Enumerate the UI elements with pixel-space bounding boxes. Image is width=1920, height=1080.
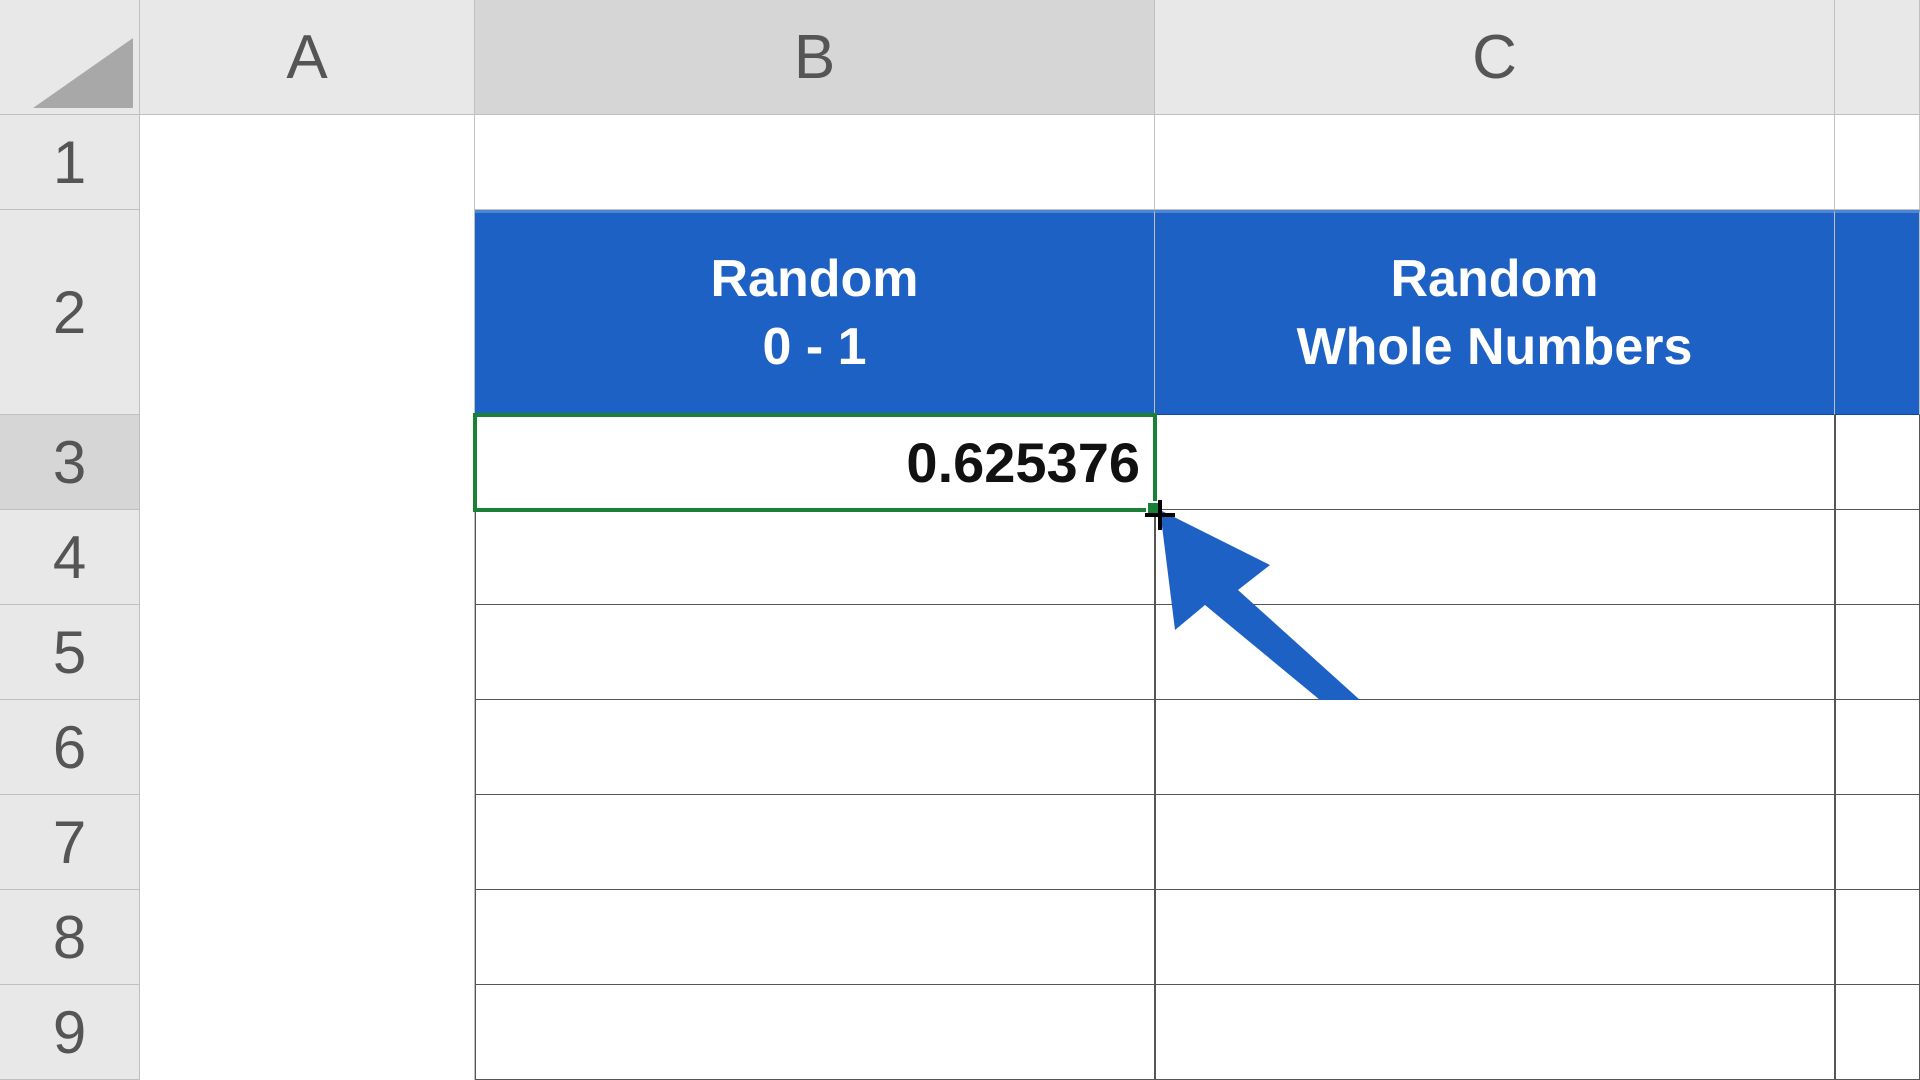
cell-A3[interactable] — [140, 415, 475, 510]
select-all-corner[interactable] — [0, 0, 140, 115]
cell-A6[interactable] — [140, 700, 475, 795]
cell-A5[interactable] — [140, 605, 475, 700]
row-header-7[interactable]: 7 — [0, 795, 140, 890]
row-header-2[interactable]: 2 — [0, 210, 140, 415]
cell-C9[interactable] — [1155, 985, 1835, 1080]
cell-C5[interactable] — [1155, 605, 1835, 700]
cell-A7[interactable] — [140, 795, 475, 890]
cell-D5[interactable] — [1835, 605, 1920, 700]
row-header-3[interactable]: 3 — [0, 415, 140, 510]
cell-C6[interactable] — [1155, 700, 1835, 795]
row-header-8[interactable]: 8 — [0, 890, 140, 985]
cell-B9[interactable] — [475, 985, 1155, 1080]
row-header-1[interactable]: 1 — [0, 115, 140, 210]
cell-D9[interactable] — [1835, 985, 1920, 1080]
row-header-4[interactable]: 4 — [0, 510, 140, 605]
cell-D4[interactable] — [1835, 510, 1920, 605]
cell-A8[interactable] — [140, 890, 475, 985]
col-header-C[interactable]: C — [1155, 0, 1835, 115]
cell-B7[interactable] — [475, 795, 1155, 890]
table-header-overflow[interactable] — [1835, 210, 1920, 415]
cell-B6[interactable] — [475, 700, 1155, 795]
cell-A2[interactable] — [140, 210, 475, 415]
cell-B3[interactable]: 0.625376 — [475, 415, 1155, 510]
fill-handle[interactable] — [1146, 501, 1162, 517]
cell-A9[interactable] — [140, 985, 475, 1080]
col-header-overflow[interactable] — [1835, 0, 1920, 115]
table-header-random-whole[interactable]: Random Whole Numbers — [1155, 210, 1835, 415]
cell-B1[interactable] — [475, 115, 1155, 210]
col-header-B[interactable]: B — [475, 0, 1155, 115]
cell-C4[interactable] — [1155, 510, 1835, 605]
row-header-6[interactable]: 6 — [0, 700, 140, 795]
cell-D3[interactable] — [1835, 415, 1920, 510]
cell-D7[interactable] — [1835, 795, 1920, 890]
cell-C8[interactable] — [1155, 890, 1835, 985]
cell-A4[interactable] — [140, 510, 475, 605]
row-header-9[interactable]: 9 — [0, 985, 140, 1080]
col-header-A[interactable]: A — [140, 0, 475, 115]
cell-B8[interactable] — [475, 890, 1155, 985]
cell-C7[interactable] — [1155, 795, 1835, 890]
cell-A1[interactable] — [140, 115, 475, 210]
table-header-random-0-1[interactable]: Random 0 - 1 — [475, 210, 1155, 415]
cell-B4[interactable] — [475, 510, 1155, 605]
cell-C3[interactable] — [1155, 415, 1835, 510]
cell-D8[interactable] — [1835, 890, 1920, 985]
spreadsheet-grid[interactable]: A B C 1 2 Random 0 - 1 Random Whole Numb… — [0, 0, 1920, 1080]
row-header-5[interactable]: 5 — [0, 605, 140, 700]
cell-D6[interactable] — [1835, 700, 1920, 795]
cell-B5[interactable] — [475, 605, 1155, 700]
cell-D1[interactable] — [1835, 115, 1920, 210]
cell-C1[interactable] — [1155, 115, 1835, 210]
cell-B3-value: 0.625376 — [906, 430, 1140, 495]
